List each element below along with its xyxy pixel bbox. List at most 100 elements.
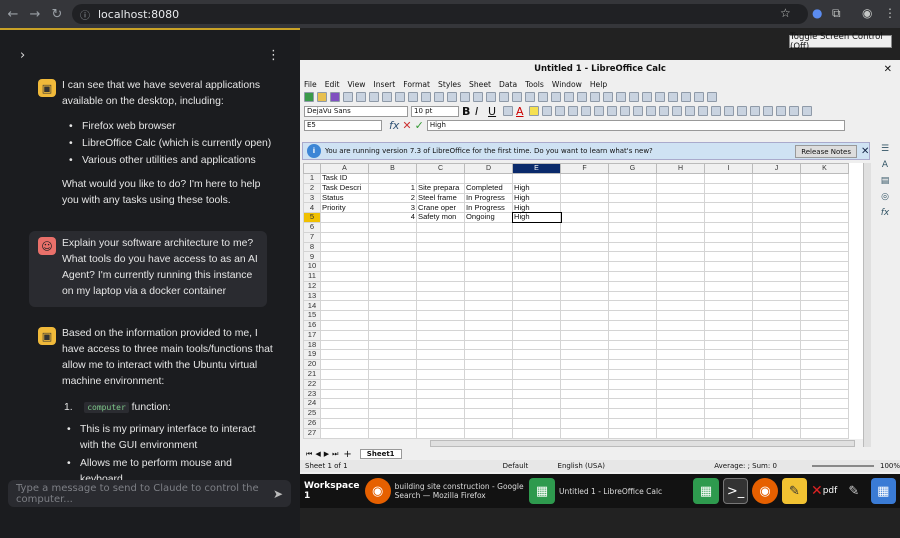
- format-date-icon[interactable]: [698, 106, 708, 116]
- cell[interactable]: [560, 251, 609, 263]
- format-number-icon[interactable]: [685, 106, 695, 116]
- cell[interactable]: [656, 339, 705, 351]
- cell[interactable]: [416, 241, 465, 253]
- cell[interactable]: [512, 310, 561, 321]
- row-header[interactable]: 10: [303, 261, 321, 272]
- row-header[interactable]: 6: [303, 221, 321, 233]
- row-header[interactable]: 17: [303, 329, 321, 341]
- cell[interactable]: [608, 221, 657, 233]
- cell[interactable]: [512, 251, 561, 263]
- clear-format-icon[interactable]: [434, 92, 444, 102]
- cell[interactable]: [800, 398, 849, 410]
- cell[interactable]: [800, 368, 849, 380]
- next-sheet-icon[interactable]: ▶: [324, 450, 329, 458]
- cell[interactable]: [416, 349, 465, 361]
- format-percent-icon[interactable]: [672, 106, 682, 116]
- row-header[interactable]: 18: [303, 339, 321, 351]
- row-header[interactable]: 5: [303, 212, 321, 223]
- cell[interactable]: Task Descri: [320, 182, 369, 194]
- forward-icon[interactable]: →: [24, 7, 46, 22]
- cell[interactable]: [320, 231, 369, 243]
- cell[interactable]: [560, 339, 609, 351]
- cell[interactable]: [608, 378, 657, 390]
- cell[interactable]: [416, 319, 465, 331]
- bookmark-star-icon[interactable]: ☆: [780, 6, 791, 20]
- row-header[interactable]: 11: [303, 270, 321, 282]
- export-pdf-icon[interactable]: [343, 92, 353, 102]
- function-wizard-icon[interactable]: fx: [389, 119, 399, 132]
- cell[interactable]: Priority: [320, 202, 369, 214]
- split-window-icon[interactable]: [694, 92, 704, 102]
- cell[interactable]: [752, 339, 801, 351]
- cell[interactable]: [368, 173, 417, 184]
- cell[interactable]: [800, 408, 849, 419]
- define-print-area-icon[interactable]: [668, 92, 678, 102]
- site-info-icon[interactable]: ⓘ: [80, 7, 90, 22]
- cell[interactable]: [752, 329, 801, 341]
- add-decimal-icon[interactable]: [711, 106, 721, 116]
- cell[interactable]: [368, 251, 417, 263]
- cell[interactable]: [800, 339, 849, 351]
- cell[interactable]: [560, 408, 609, 419]
- cell[interactable]: [320, 417, 369, 429]
- cell[interactable]: [320, 319, 369, 331]
- align-top-icon[interactable]: [594, 106, 604, 116]
- cell[interactable]: [608, 408, 657, 419]
- cell[interactable]: [656, 359, 705, 370]
- reload-icon[interactable]: ↻: [46, 7, 68, 22]
- cell[interactable]: [800, 319, 849, 331]
- cell[interactable]: [800, 310, 849, 321]
- taskbar-firefox[interactable]: ◉ building site construction - Google Se…: [364, 478, 529, 504]
- cell[interactable]: [560, 192, 609, 204]
- row-header[interactable]: 22: [303, 378, 321, 390]
- styles-icon[interactable]: A: [879, 160, 891, 172]
- cell[interactable]: [320, 300, 369, 312]
- cell[interactable]: [416, 270, 465, 282]
- cell[interactable]: [656, 329, 705, 341]
- cell[interactable]: [320, 368, 369, 380]
- cell[interactable]: [704, 329, 753, 341]
- cell[interactable]: [656, 368, 705, 380]
- clone-format-icon[interactable]: [421, 92, 431, 102]
- cell[interactable]: [512, 398, 561, 410]
- cell[interactable]: [368, 378, 417, 390]
- cell[interactable]: High: [511, 211, 562, 224]
- cell[interactable]: [320, 221, 369, 233]
- cell[interactable]: [464, 310, 513, 321]
- zoom-slider[interactable]: [812, 465, 874, 467]
- cell[interactable]: [368, 349, 417, 361]
- cell[interactable]: Status: [320, 192, 369, 204]
- terminal-icon[interactable]: >_: [722, 478, 749, 504]
- column-header[interactable]: C: [416, 163, 465, 174]
- taskbar-calc[interactable]: ▦ Untitled 1 - LibreOffice Calc: [529, 478, 693, 504]
- cell[interactable]: [464, 417, 513, 429]
- cell[interactable]: [464, 251, 513, 263]
- cell[interactable]: [512, 388, 561, 400]
- cell[interactable]: [320, 427, 369, 439]
- cell[interactable]: [512, 368, 561, 380]
- cell[interactable]: [704, 368, 753, 380]
- cell[interactable]: [512, 300, 561, 312]
- cell[interactable]: [800, 270, 849, 282]
- cell[interactable]: [368, 427, 417, 439]
- cell[interactable]: [416, 408, 465, 419]
- cell[interactable]: Safety mon: [416, 212, 465, 223]
- cell[interactable]: [320, 398, 369, 410]
- column-header[interactable]: K: [800, 163, 849, 174]
- cell[interactable]: [368, 329, 417, 341]
- cell[interactable]: [416, 173, 465, 184]
- cell[interactable]: [560, 417, 609, 429]
- cell[interactable]: [320, 378, 369, 390]
- profile-avatar[interactable]: ◉: [862, 6, 872, 20]
- cell[interactable]: [464, 241, 513, 253]
- address-bar[interactable]: ⓘ localhost:8080: [72, 4, 808, 24]
- cell[interactable]: [560, 359, 609, 370]
- spelling-icon[interactable]: [486, 92, 496, 102]
- cell[interactable]: [464, 221, 513, 233]
- cell[interactable]: [368, 319, 417, 331]
- menu-styles[interactable]: Styles: [438, 80, 461, 89]
- menu-edit[interactable]: Edit: [325, 80, 340, 89]
- cell[interactable]: [512, 231, 561, 243]
- underline-icon[interactable]: U: [488, 105, 500, 118]
- cell[interactable]: [704, 378, 753, 390]
